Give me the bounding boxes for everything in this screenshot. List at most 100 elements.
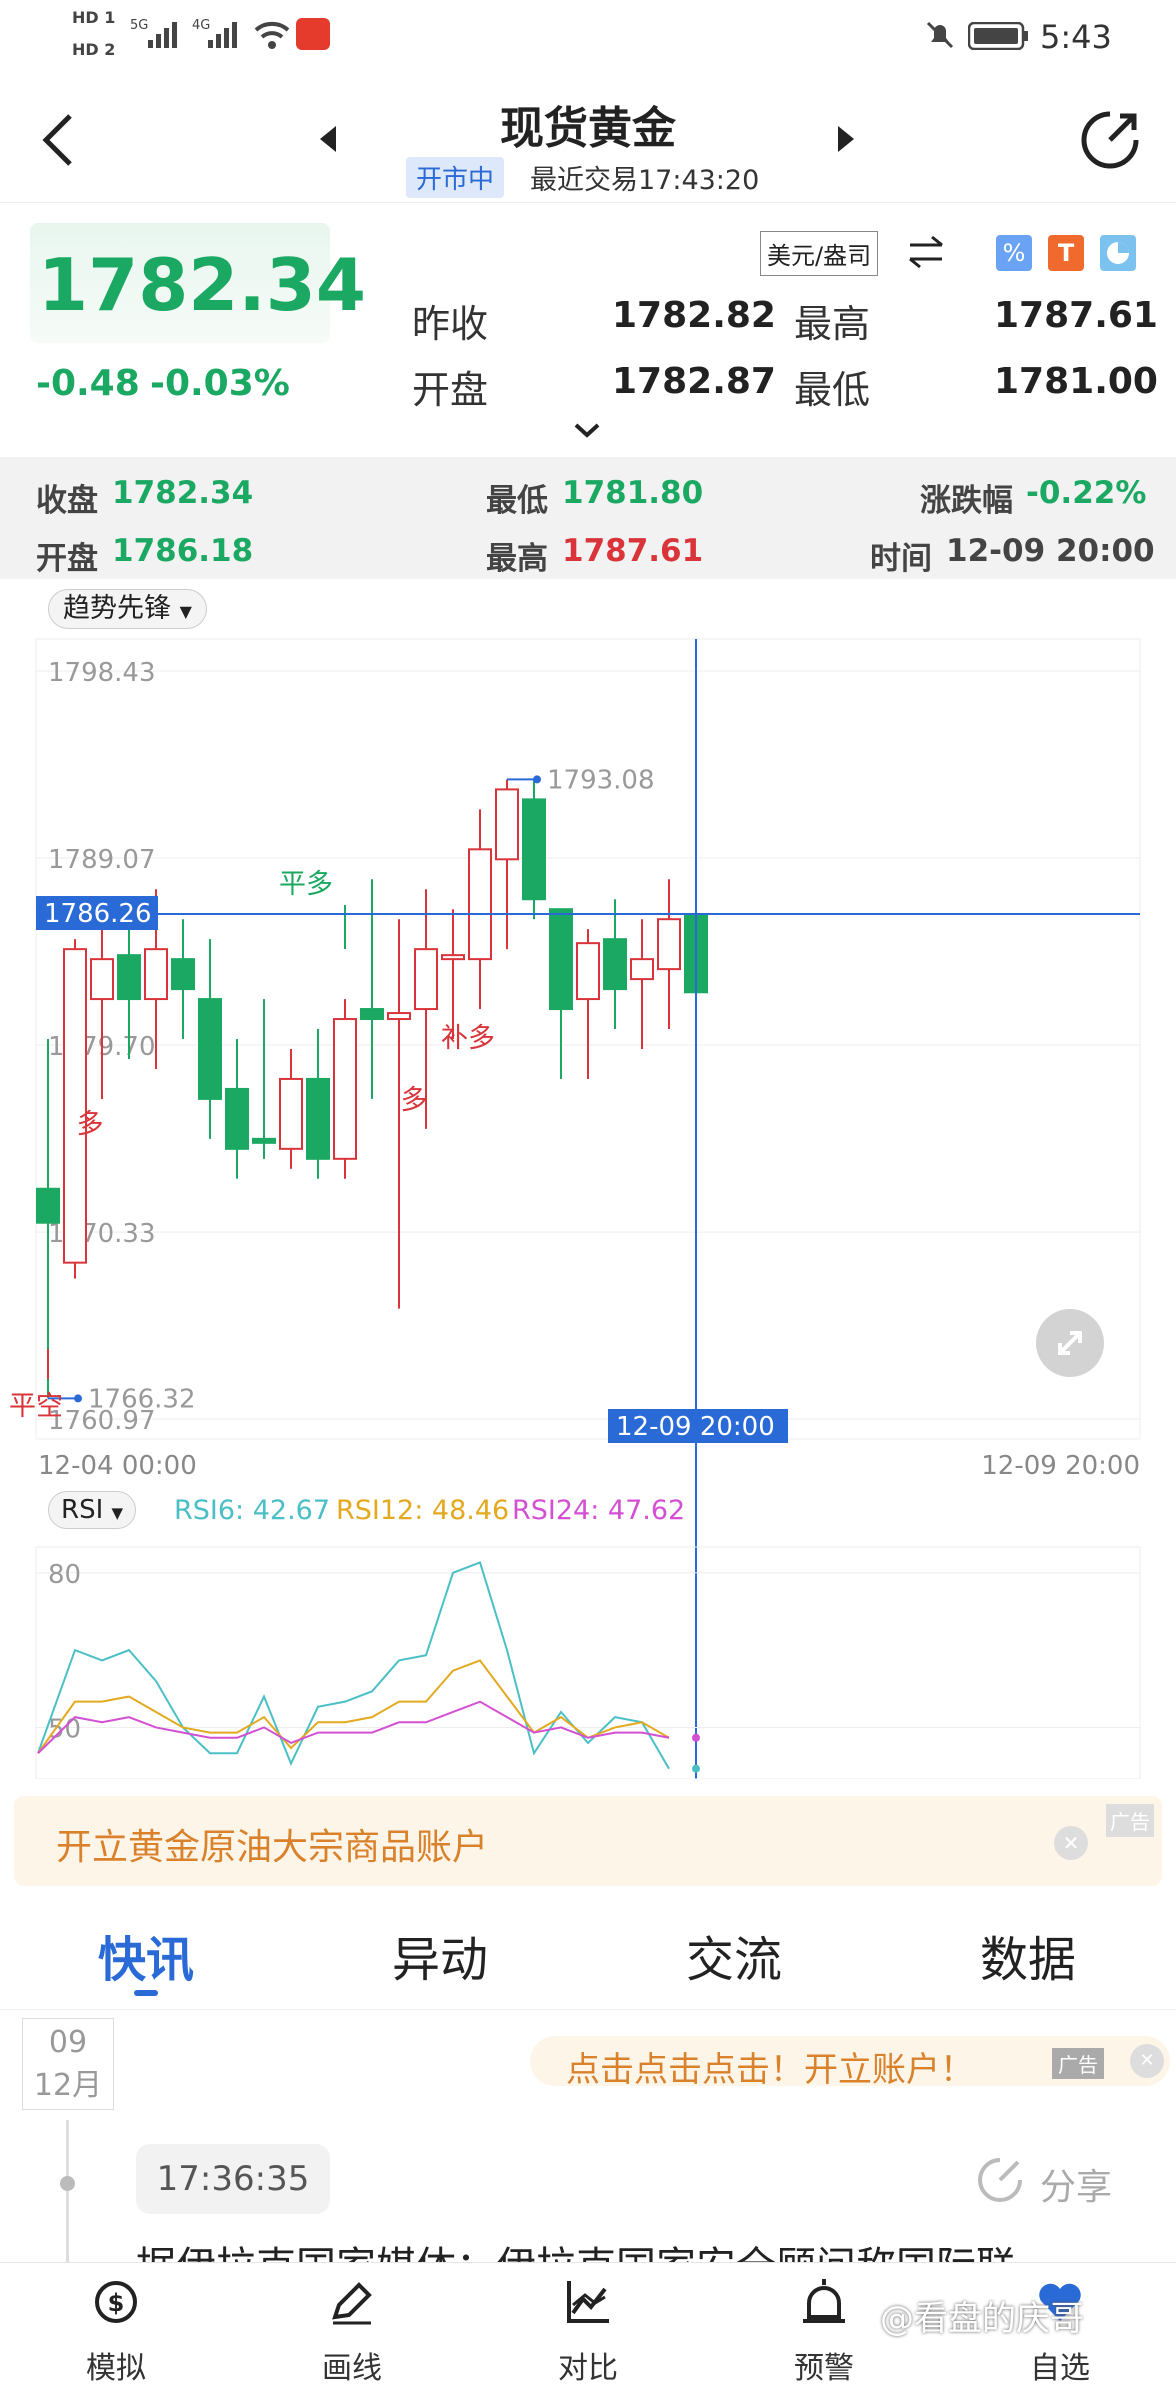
nav-draw-label: 画线 xyxy=(322,2351,382,2386)
candle-body xyxy=(63,948,87,1264)
network-label-1: HD 1 xyxy=(72,8,116,27)
high-value: 1787.61 xyxy=(994,295,1158,336)
fullscreen-button[interactable] xyxy=(1036,1309,1104,1377)
candle-body xyxy=(549,908,573,1011)
nav-compare[interactable]: 对比 xyxy=(498,2263,678,2401)
candle-body xyxy=(360,1008,384,1021)
expand-chevron-icon[interactable] xyxy=(572,421,602,441)
news-tabs: 快讯 异动 交流 数据 xyxy=(0,1890,1176,2010)
fullscreen-icon xyxy=(1058,1331,1082,1355)
candle-body xyxy=(90,958,114,1001)
low-label: 最低 xyxy=(794,368,871,412)
last-price: 1782.34 xyxy=(38,243,366,327)
ad-close-icon[interactable]: ✕ xyxy=(1054,1826,1088,1860)
svg-text:$: $ xyxy=(108,2289,125,2317)
candlestick-chart[interactable]: 1798.431789.071779.701770.331760.971793.… xyxy=(0,579,1176,1779)
refresh-icon[interactable] xyxy=(1078,108,1142,172)
market-status-badge: 开市中 xyxy=(406,157,505,198)
signal-close-long: 平多 xyxy=(279,869,333,900)
signal-add-long: 补多 xyxy=(441,1023,495,1054)
candle-body xyxy=(441,954,465,961)
summary-open: 1786.18 xyxy=(112,533,254,569)
news-day: 09 xyxy=(48,2025,88,2060)
page-title: 现货黄金 xyxy=(500,103,676,154)
share-icon[interactable] xyxy=(976,2156,1024,2204)
tab-discussion[interactable]: 交流 xyxy=(634,1920,834,1990)
open-value: 1782.87 xyxy=(612,361,776,402)
open-label: 开盘 xyxy=(412,368,489,412)
status-bar: HD 1 HD 2 5G 4G 5:43 xyxy=(0,0,1176,72)
candle-body xyxy=(387,1012,411,1021)
max-marker-dot xyxy=(533,775,541,784)
rsi6-point xyxy=(692,1764,700,1773)
date-card: 09 12月 xyxy=(22,2018,114,2110)
swap-icon[interactable] xyxy=(906,233,946,269)
tab-data[interactable]: 数据 xyxy=(928,1920,1128,1990)
rsi-dropdown-caret-icon: ▼ xyxy=(111,1504,124,1522)
prev-close-value: 1782.82 xyxy=(612,295,776,336)
candle-body xyxy=(36,1187,60,1224)
ad2-close-icon[interactable]: ✕ xyxy=(1130,2044,1164,2078)
signal-icon xyxy=(148,22,177,48)
ad-tag: 广告 xyxy=(1106,1804,1154,1837)
low-value: 1781.00 xyxy=(994,361,1158,402)
timeline-dot xyxy=(60,2176,75,2191)
share-label[interactable]: 分享 xyxy=(1040,2158,1112,2210)
nav-compare-label: 对比 xyxy=(558,2351,618,2386)
x-end-label: 12-09 20:00 xyxy=(981,1451,1140,1481)
news-time: 17:36:35 xyxy=(136,2144,330,2214)
rsi-select[interactable]: RSI ▼ xyxy=(48,1491,137,1529)
watermark: @看盘的庆哥 xyxy=(880,2299,1084,2339)
nav-simulate-label: 模拟 xyxy=(86,2351,146,2386)
summary-time-label: 时间 xyxy=(870,541,932,577)
candle-body xyxy=(198,998,222,1100)
percent-tool-icon[interactable]: % xyxy=(996,235,1032,271)
signal-icon-2 xyxy=(208,22,237,48)
signal-label-1: 5G xyxy=(130,18,149,33)
max-price-label: 1793.08 xyxy=(547,765,655,795)
mute-bell-icon xyxy=(926,21,954,49)
rsi6-line xyxy=(37,1561,670,1770)
rsi12-line xyxy=(37,1659,670,1754)
summary-time: 12-09 20:00 xyxy=(946,533,1155,569)
x-start-label: 12-04 00:00 xyxy=(38,1451,197,1481)
candle-body xyxy=(117,954,141,1001)
signal-long-1: 多 xyxy=(77,1109,104,1140)
ad-banner[interactable]: 开立黄金原油大宗商品账户 ✕ 广告 xyxy=(14,1796,1162,1886)
signal-short-close: 平空 xyxy=(9,1391,63,1422)
signal-long-2: 多 xyxy=(401,1085,428,1116)
nav-watchlist-label: 自选 xyxy=(1030,2351,1090,2386)
nav-draw[interactable]: 画线 xyxy=(262,2263,442,2401)
rsi6-label: RSI6: 42.67 xyxy=(174,1495,331,1526)
summary-high: 1787.61 xyxy=(562,533,704,569)
candle-body xyxy=(252,1137,276,1144)
unit-selector[interactable]: 美元/盎司 xyxy=(760,231,879,276)
tool-t-icon[interactable]: T xyxy=(1048,235,1084,271)
nav-simulate[interactable]: $ 模拟 xyxy=(26,2263,206,2401)
ad-banner-2[interactable]: 点击点击点击！开立账户！ 广告 ✕ xyxy=(530,2036,1170,2090)
summary-change: -0.22% xyxy=(1026,475,1147,511)
tab-movement[interactable]: 异动 xyxy=(340,1920,540,1990)
min-price-label: 1766.32 xyxy=(88,1384,196,1414)
candle-body xyxy=(603,938,627,991)
next-instrument-icon[interactable] xyxy=(836,124,856,154)
clock: 5:43 xyxy=(1040,18,1112,56)
candle-body xyxy=(657,918,681,971)
summary-change-label: 涨跌幅 xyxy=(920,483,1013,519)
pie-tool-icon[interactable] xyxy=(1100,235,1136,271)
summary-low-label: 最低 xyxy=(486,483,548,519)
last-trade-time: 最近交易17:43:20 xyxy=(530,165,760,196)
nav-alert-label: 预警 xyxy=(794,2351,854,2386)
tab-flash[interactable]: 快讯 xyxy=(46,1920,246,1990)
candle-body xyxy=(333,1018,357,1160)
candle-summary: 收盘 1782.34 最低 1781.80 涨跌幅 -0.22% 开盘 1786… xyxy=(0,457,1176,579)
ad-text: 开立黄金原油大宗商品账户 xyxy=(56,1827,489,1868)
rsi-y-tick: 80 xyxy=(48,1560,81,1590)
rsi-select-label: RSI xyxy=(61,1495,104,1525)
alarm-icon xyxy=(803,2279,845,2323)
quote-panel: 1782.34 -0.48 -0.03% 美元/盎司 % T 昨收 1782.8… xyxy=(0,202,1176,457)
simulate-icon: $ xyxy=(95,2281,137,2323)
bottom-nav: $ 模拟 画线 对比 预警 自选 @看盘的庆哥 xyxy=(0,2262,1176,2400)
summary-open-label: 开盘 xyxy=(36,541,98,577)
candle-body xyxy=(225,1087,249,1150)
